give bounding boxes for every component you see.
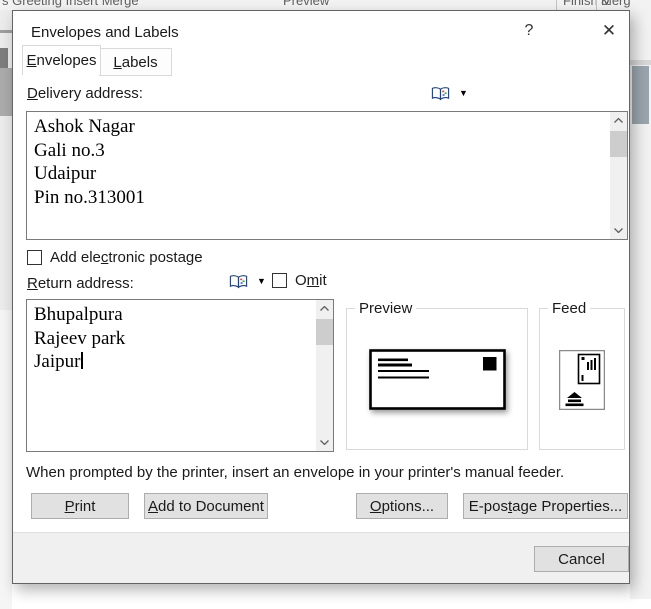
scrollbar-up-button[interactable] [610, 112, 627, 129]
checkbox-label: Omit [295, 272, 327, 289]
text-cursor [81, 352, 83, 369]
tab-label: Labels [113, 54, 157, 71]
checkbox-label: Add electronic postage [50, 249, 203, 266]
button-label: E-postage Properties... [469, 498, 622, 515]
background-left-strip [0, 10, 12, 599]
close-button[interactable]: ✕ [593, 19, 625, 43]
ribbon-separator [596, 0, 597, 10]
feed-group-label: Feed [548, 300, 590, 317]
feed-icon[interactable] [559, 350, 605, 415]
ribbon-text: s Greeting Insert Merge [2, 0, 139, 8]
return-address-input[interactable]: Bhupalpura Rajeev park Jaipur [26, 299, 334, 452]
dropdown-arrow-icon: ▼ [459, 88, 468, 98]
epostage-properties-button[interactable]: E-postage Properties... [463, 493, 628, 519]
omit-checkbox[interactable]: Omit [272, 272, 327, 289]
return-address-text: Bhupalpura Rajeev park Jaipur [34, 303, 311, 374]
feed-group: Feed [539, 308, 625, 450]
scrollbar[interactable] [610, 112, 627, 239]
delivery-address-text: Ashok Nagar Gali no.3 Udaipur Pin no.313… [34, 115, 605, 209]
preview-group: Preview [346, 308, 528, 450]
background-block [0, 68, 12, 116]
ribbon-separator [556, 0, 557, 10]
help-icon: ? [525, 22, 534, 40]
dialog-title: Envelopes and Labels [31, 24, 179, 41]
button-label: Add to Document [148, 498, 264, 515]
cancel-button[interactable]: Cancel [534, 546, 629, 572]
background-line [0, 30, 12, 33]
options-button[interactable]: Options... [356, 493, 448, 519]
envelopes-and-labels-dialog: Envelopes and Labels ? ✕ Envelopes Label… [12, 10, 630, 584]
print-button[interactable]: Print [31, 493, 129, 519]
insert-return-address-button[interactable]: ▼ [229, 271, 266, 291]
scrollbar-down-button[interactable] [610, 222, 627, 239]
background-block [0, 310, 12, 609]
button-label: Cancel [558, 551, 605, 568]
checkbox-box[interactable] [272, 273, 287, 288]
tab-labels[interactable]: Labels [99, 48, 172, 76]
dropdown-arrow-icon: ▼ [257, 276, 266, 286]
scrollbar[interactable] [316, 300, 333, 451]
printer-instruction-text: When prompted by the printer, insert an … [26, 464, 564, 481]
delivery-address-label: Delivery address: [27, 85, 143, 102]
tab-envelopes[interactable]: Envelopes [22, 45, 101, 75]
address-book-icon [229, 274, 248, 289]
envelope-preview-icon[interactable] [369, 349, 506, 415]
delivery-address-input[interactable]: Ashok Nagar Gali no.3 Udaipur Pin no.313… [26, 111, 628, 240]
background-block [0, 48, 8, 68]
dialog-footer: Cancel [13, 532, 629, 583]
return-address-label: Return address: [27, 275, 134, 292]
insert-address-button[interactable]: ▼ [431, 83, 468, 103]
add-electronic-postage-checkbox[interactable]: Add electronic postage [27, 249, 203, 266]
address-book-icon [431, 86, 450, 101]
preview-group-label: Preview [355, 300, 416, 317]
button-label: Options... [370, 498, 434, 515]
scrollbar-thumb[interactable] [316, 319, 333, 345]
checkbox-box[interactable] [27, 250, 42, 265]
background-scrollbar-thumb [632, 66, 649, 124]
close-icon: ✕ [602, 21, 616, 41]
tab-label: Envelopes [26, 52, 96, 69]
chevron-down-icon [320, 440, 329, 445]
chevron-up-icon [320, 306, 329, 311]
scrollbar-thumb[interactable] [610, 131, 627, 157]
background-ribbon-strip: s Greeting Insert Merge Preview Finish &… [0, 0, 651, 10]
chevron-down-icon [614, 228, 623, 233]
help-button[interactable]: ? [513, 19, 545, 43]
scrollbar-down-button[interactable] [316, 434, 333, 451]
background-scrollbar-edge [630, 60, 651, 65]
button-label: Print [65, 498, 96, 515]
scrollbar-up-button[interactable] [316, 300, 333, 317]
add-to-document-button[interactable]: Add to Document [144, 493, 268, 519]
ribbon-text: Preview [283, 0, 329, 8]
chevron-up-icon [614, 118, 623, 123]
